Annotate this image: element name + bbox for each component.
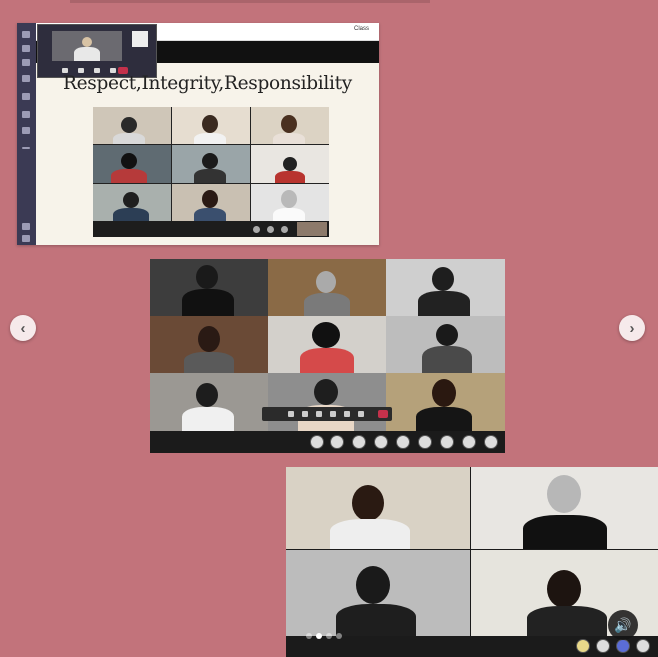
participant-tile [251,107,329,145]
participant-tile [268,373,386,431]
avatar[interactable] [330,435,344,449]
sound-toggle-button[interactable]: 🔊 [608,610,638,640]
participant-tile [150,316,268,373]
help-icon[interactable] [22,235,30,242]
end-call-button[interactable] [378,410,388,418]
carousel-dot[interactable] [336,633,342,639]
avatar[interactable] [374,435,388,449]
teams-icon[interactable] [22,59,30,66]
topbar-label: Class [353,26,369,32]
call-controls-bar [262,407,392,421]
participant-tile [251,183,329,221]
screenshot-teams-slide: Class Respect,Integrity,Responsibility [17,23,379,245]
avatar[interactable] [281,226,288,233]
carousel-prev-button[interactable]: ‹ [10,315,36,341]
participant-tile [172,145,250,183]
carousel-dots [306,633,342,639]
participant-tile [386,373,505,431]
avatar[interactable] [462,435,476,449]
avatar[interactable] [253,226,260,233]
assignments-icon[interactable] [22,75,30,82]
avatar[interactable] [440,435,454,449]
carousel-dot[interactable] [326,633,332,639]
participant-tile [150,373,268,431]
camera-icon[interactable] [288,411,294,417]
participant-tile [93,183,171,221]
participant-tile [471,467,658,549]
more-apps-icon[interactable] [22,147,30,149]
avatar[interactable] [310,435,324,449]
mini-call-video [52,31,122,61]
chevron-left-icon: ‹ [20,319,26,337]
calls-icon[interactable] [22,111,30,118]
carousel-dot-active[interactable] [316,633,322,639]
raise-hand-icon[interactable] [344,411,350,417]
participant-tile [386,316,505,373]
slide-title: Respect,Integrity,Responsibility [63,73,352,94]
apps-icon[interactable] [22,223,30,230]
chat-icon[interactable] [358,411,364,417]
avatar[interactable] [576,639,590,653]
calendar-icon[interactable] [22,93,30,100]
screenshot-video-grid [150,259,505,453]
participant-avatar-bar [93,221,329,237]
participant-grid [93,107,329,221]
participant-tile [172,183,250,221]
avatar[interactable] [352,435,366,449]
participant-grid [286,467,658,636]
participant-tile [268,316,386,373]
speaker-icon: 🔊 [614,616,632,633]
avatar[interactable] [418,435,432,449]
screenshot-four-person-call [286,467,658,657]
avatar[interactable] [484,435,498,449]
chevron-right-icon: › [629,319,635,337]
cropped-top-edge [70,0,430,3]
participant-tile [286,550,470,636]
files-icon[interactable] [22,127,30,134]
avatar[interactable] [396,435,410,449]
avatar[interactable] [636,639,650,653]
participant-tile [172,107,250,145]
mic-icon[interactable] [302,411,308,417]
participant-grid [150,259,505,431]
share-icon[interactable] [316,411,322,417]
carousel-next-button[interactable]: › [619,315,645,341]
participant-tile [93,145,171,183]
avatar[interactable] [616,639,630,653]
self-video [132,31,148,47]
participant-tile [93,107,171,145]
carousel-dot[interactable] [306,633,312,639]
avatar[interactable] [267,226,274,233]
participant-tile [386,259,505,316]
chat-icon[interactable] [22,45,30,52]
more-icon[interactable] [330,411,336,417]
mini-call-window[interactable] [37,24,157,78]
participant-tile [251,145,329,183]
participant-tile [286,467,470,549]
activity-icon[interactable] [22,31,30,38]
participant-tile [268,259,386,316]
self-view-thumbnail [297,222,327,236]
participant-tile [150,259,268,316]
participant-avatar-bar [576,639,656,653]
avatar[interactable] [596,639,610,653]
participant-avatar-bar [310,435,500,449]
teams-app-rail [17,23,36,245]
